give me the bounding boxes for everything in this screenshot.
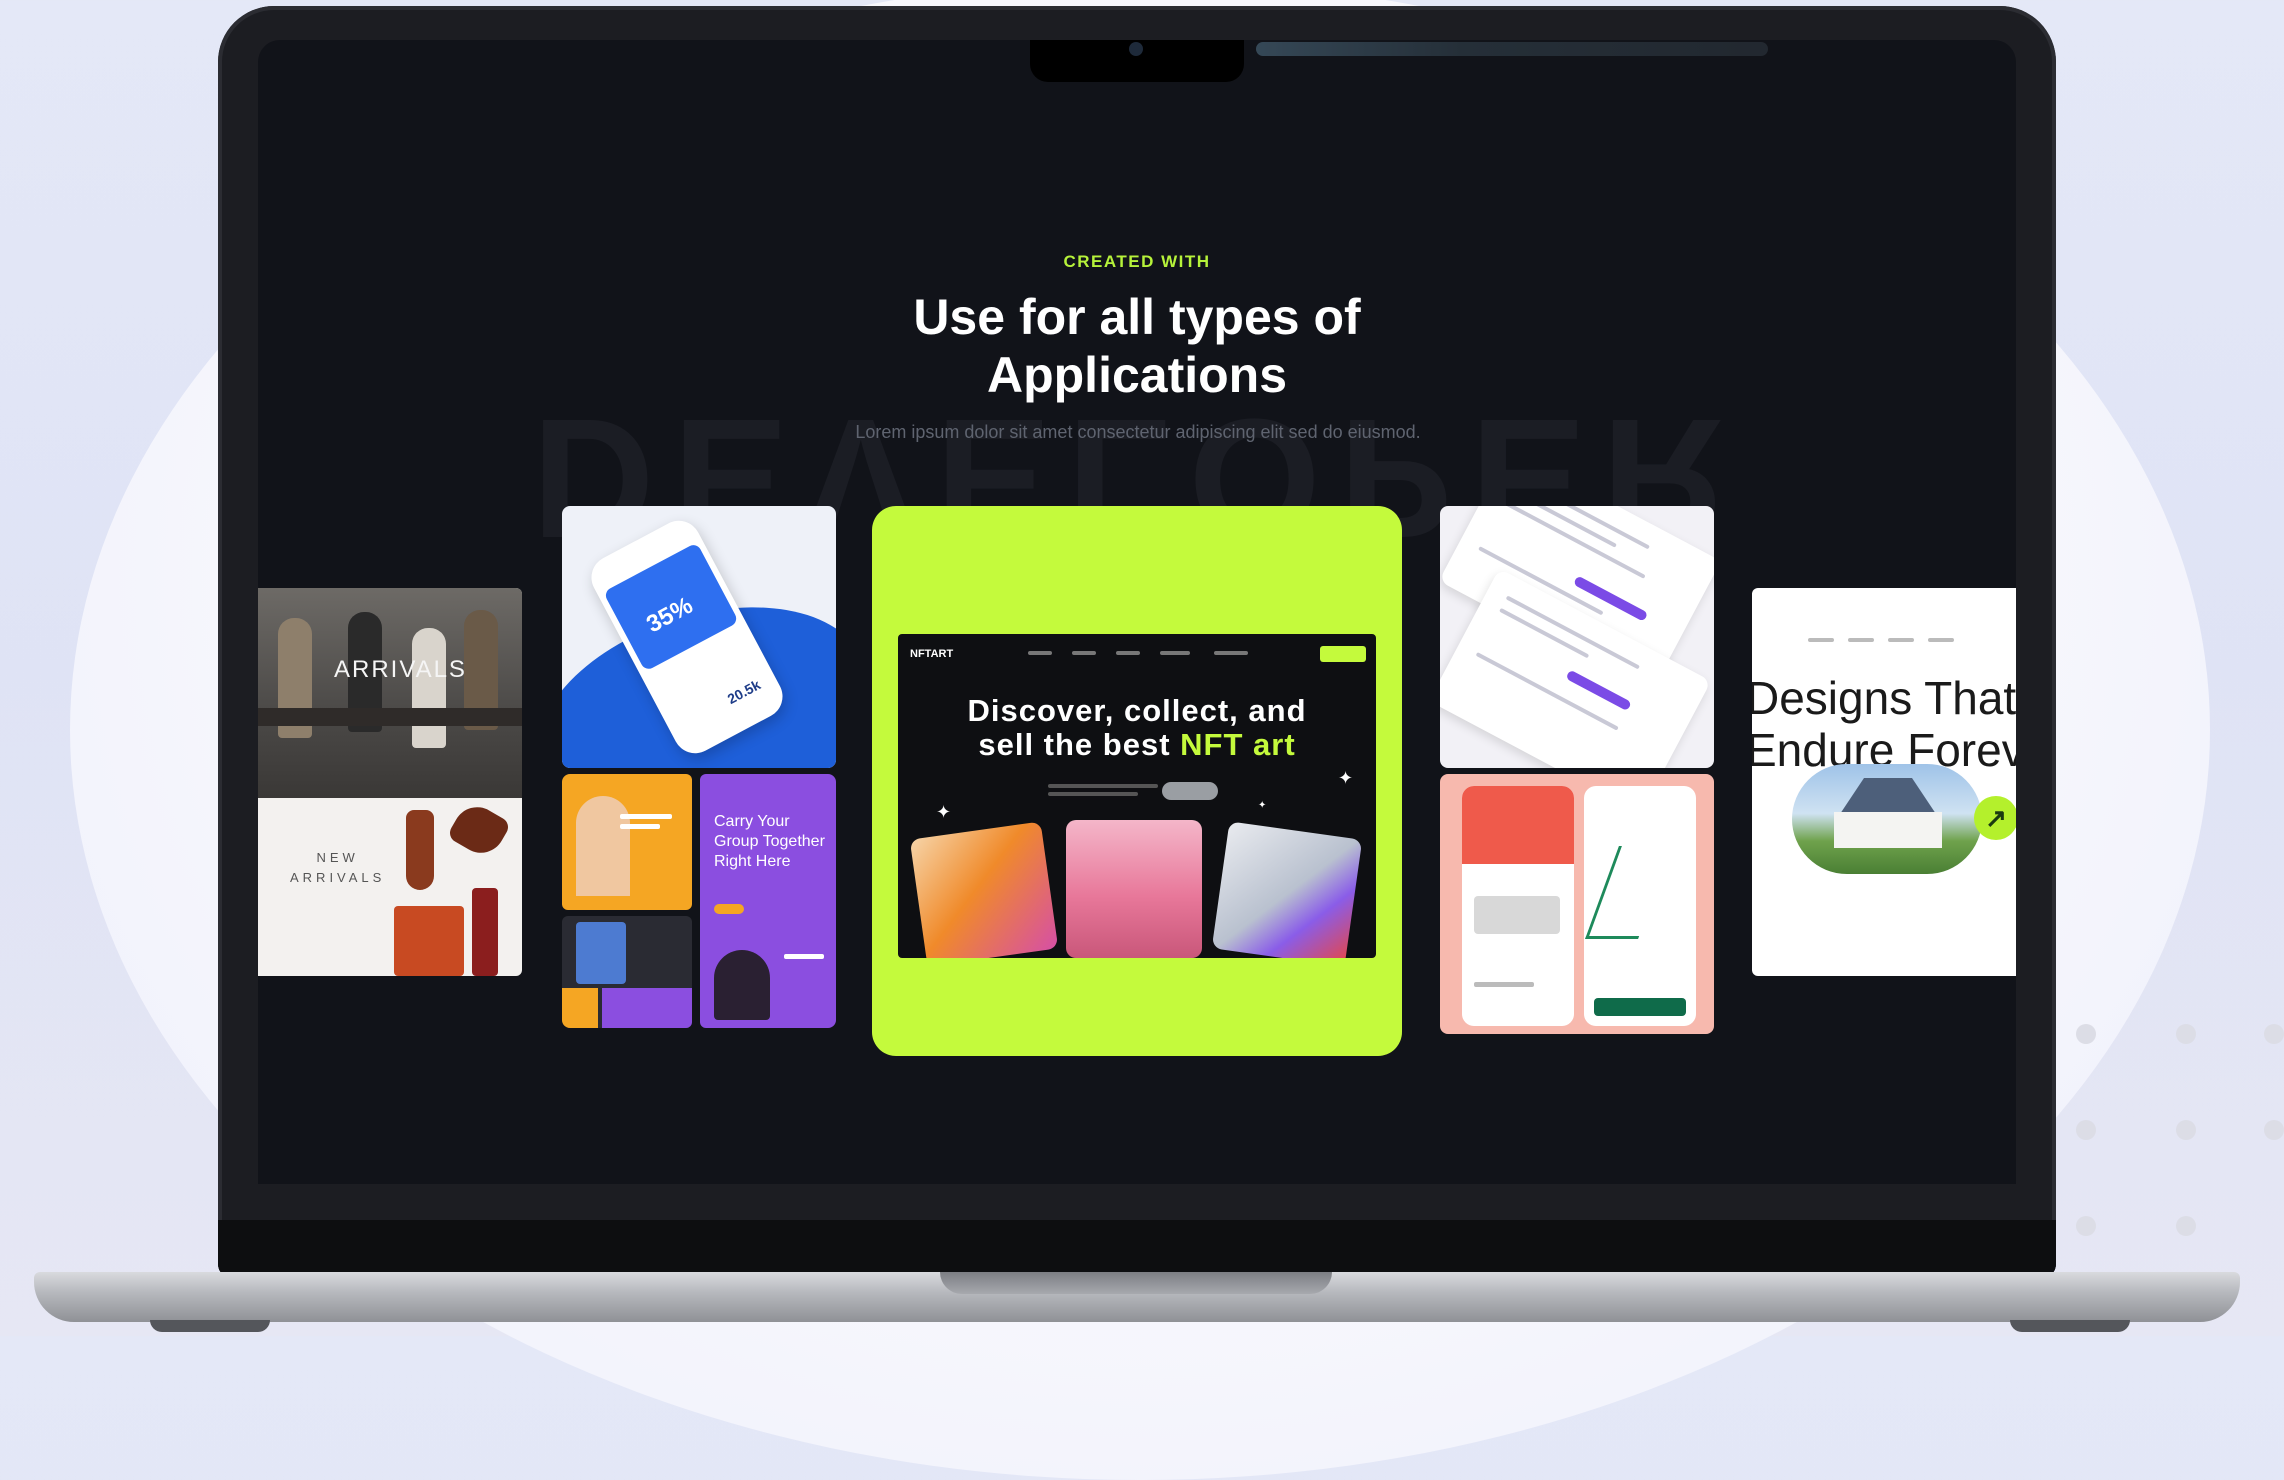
finance-amount: 20.5k <box>724 676 764 707</box>
nft-connect-button <box>1320 646 1366 662</box>
delivery-map-phone <box>1584 786 1696 1026</box>
estate-nav-link <box>1888 638 1914 642</box>
mosaic-text-line <box>784 954 824 959</box>
star-icon: ✦ <box>936 802 952 822</box>
nft-headline-prefix: sell the best <box>978 727 1181 762</box>
nft-cta-pill <box>1162 782 1218 800</box>
nft-artwork-shapes <box>1211 821 1363 958</box>
card-finance-app[interactable]: 35% 20.5k <box>562 506 836 768</box>
fashion-caption: NEW ARRIVALS <box>290 848 385 888</box>
fashion-caption-line-1: NEW <box>316 850 359 865</box>
nft-site-preview: NFTART Discover, collect, and sell the b… <box>898 634 1376 958</box>
mosaic-text-line <box>620 814 672 819</box>
nft-description-line <box>1048 792 1138 796</box>
mosaic-tile-purple: Carry Your Group Together Right Here <box>700 774 836 1028</box>
card-delivery-app[interactable] <box>1440 774 1714 1034</box>
delivery-image <box>1474 896 1560 934</box>
estate-nav-link <box>1928 638 1954 642</box>
fashion-pants <box>394 906 464 976</box>
nft-description-line <box>1048 784 1158 788</box>
fashion-shoe <box>446 798 512 862</box>
nft-artwork-arch <box>1066 820 1202 958</box>
mosaic-person <box>576 796 630 896</box>
mosaic-block <box>562 988 598 1028</box>
section-subtitle: Lorem ipsum dolor sit amet consectetur a… <box>855 422 1421 442</box>
laptop-foot <box>2010 1320 2130 1332</box>
fashion-model <box>412 628 446 748</box>
section-eyebrow: CREATED WITH <box>1063 252 1211 271</box>
star-icon: ✦ <box>1338 768 1354 788</box>
decor-dot <box>2264 1120 2284 1140</box>
estate-nav-link <box>1848 638 1874 642</box>
estate-headline: Designs That Endure Forever <box>1752 672 2016 776</box>
fashion-bench <box>258 708 522 726</box>
card-nft-marketplace[interactable]: NFTART Discover, collect, and sell the b… <box>872 506 1402 1056</box>
section-title: Use for all types of Applications <box>258 288 2016 404</box>
fashion-caption-line-2: ARRIVALS <box>290 870 386 885</box>
card-dashboard[interactable] <box>1440 506 1714 768</box>
arrow-up-right-icon[interactable]: ↗ <box>1974 796 2016 840</box>
delivery-text-line <box>1474 982 1534 987</box>
screen-top-glare <box>1256 42 1768 56</box>
mosaic-tile-dark <box>562 916 692 1028</box>
card-mosaic[interactable]: Carry Your Group Together Right Here <box>562 774 836 1028</box>
camera-icon <box>1129 42 1143 56</box>
laptop-foot <box>150 1320 270 1332</box>
nft-headline-line-1: Discover, collect, and <box>967 693 1307 728</box>
nft-nav-link <box>1116 651 1140 655</box>
estate-headline-line-1: Designs That <box>1752 672 2016 724</box>
mosaic-purple-text: Carry Your Group Together Right Here <box>714 813 825 870</box>
card-real-estate[interactable]: Designs That Endure Forever ↗ <box>1752 588 2016 976</box>
laptop-screen: DEVELOPER CREATED WITH Use for all types… <box>258 40 2016 1184</box>
mosaic-person <box>714 950 770 1020</box>
decor-dot <box>2176 1024 2196 1044</box>
title-line-2: Applications <box>986 347 1288 403</box>
fashion-boot <box>406 810 434 890</box>
estate-house-wall <box>1834 812 1942 848</box>
laptop-hinge <box>940 1272 1332 1294</box>
fashion-banner: ARRIVALS <box>334 656 467 683</box>
star-icon: ✦ <box>1258 800 1267 811</box>
title-line-1: Use for all types of <box>913 289 1361 345</box>
mosaic-block <box>602 988 692 1028</box>
nft-artwork-coral <box>909 821 1059 958</box>
mosaic-text-line <box>620 824 660 829</box>
decor-dot <box>2076 1120 2096 1140</box>
decor-dot <box>2176 1120 2196 1140</box>
decor-dot <box>2176 1216 2196 1236</box>
nft-nav-link <box>1072 651 1096 655</box>
delivery-confirm-button <box>1594 998 1686 1016</box>
mosaic-person <box>576 922 626 984</box>
mosaic-tile-orange <box>562 774 692 910</box>
mosaic-button <box>714 904 744 914</box>
nft-nav-link <box>1028 651 1052 655</box>
fashion-belt <box>472 888 498 976</box>
card-fashion[interactable]: ARRIVALS NEW ARRIVALS <box>258 588 522 976</box>
decor-dot <box>2076 1024 2096 1044</box>
delivery-route <box>1585 846 1672 939</box>
nft-headline-line-2: sell the best NFT art <box>898 728 1376 762</box>
nft-logo: NFTART <box>910 648 954 660</box>
decor-dot <box>2264 1024 2284 1044</box>
dashboard-row <box>1502 506 1646 579</box>
laptop-bezel-bottom <box>218 1220 2056 1278</box>
decor-dot <box>2076 1216 2096 1236</box>
delivery-header <box>1462 786 1574 864</box>
delivery-phone <box>1462 786 1574 1026</box>
estate-nav-link <box>1808 638 1834 642</box>
nft-headline-highlight: NFT art <box>1180 727 1296 762</box>
nft-nav-link <box>1214 651 1248 655</box>
nft-nav-link <box>1160 651 1190 655</box>
nft-headline: Discover, collect, and sell the best NFT… <box>898 694 1376 762</box>
